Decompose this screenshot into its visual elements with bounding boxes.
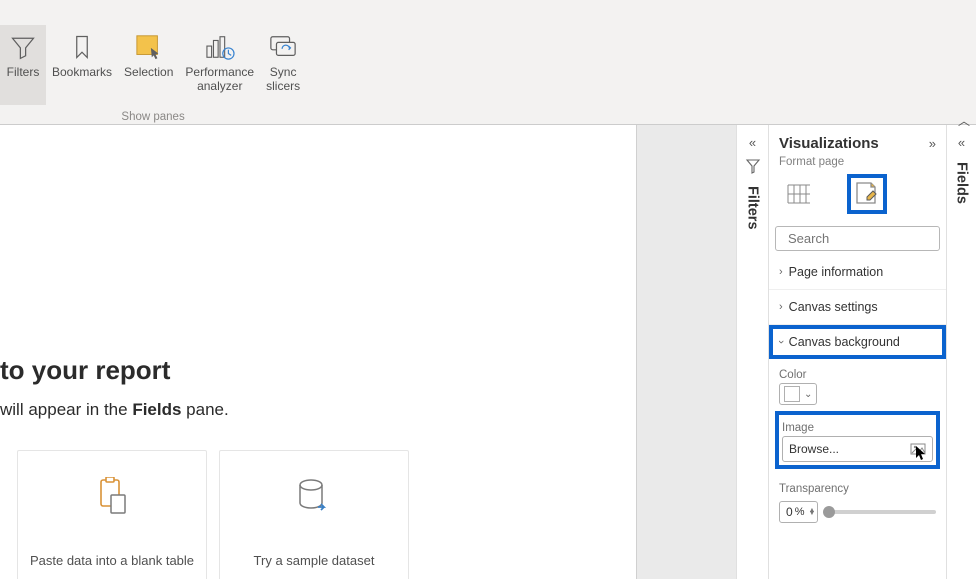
card-paste-data[interactable]: Paste data into a blank table <box>17 450 207 579</box>
performance-icon <box>203 30 237 64</box>
transparency-unit: % <box>795 506 805 518</box>
chevron-down-icon: › <box>775 340 787 344</box>
color-label: Color <box>779 369 936 381</box>
expand-fields-chevron-icon[interactable]: « <box>958 135 965 150</box>
canvas-sub-suffix: pane. <box>181 400 228 419</box>
stepper-down-icon[interactable]: ▼ <box>808 512 815 516</box>
format-page-tab-highlighted <box>847 174 887 214</box>
ribbon-filters-button[interactable]: Filters <box>0 25 46 105</box>
card-sample-dataset[interactable]: Try a sample dataset <box>219 450 409 579</box>
visualizations-subtitle: Format page <box>769 156 946 174</box>
section-canvas-settings-label: Canvas settings <box>789 300 878 314</box>
chevron-right-icon: › <box>779 266 783 278</box>
funnel-icon <box>6 30 40 64</box>
selection-icon <box>132 30 166 64</box>
transparency-label: Transparency <box>779 483 936 495</box>
clipboard-icon <box>95 477 129 517</box>
section-page-information-label: Page information <box>789 265 884 279</box>
section-canvas-background-label: Canvas background <box>789 335 900 349</box>
expand-filters-chevron-icon[interactable]: « <box>749 135 756 150</box>
search-input[interactable] <box>788 231 964 246</box>
section-page-information[interactable]: › Page information <box>769 255 946 290</box>
slider-thumb[interactable] <box>823 506 835 518</box>
browse-label: Browse... <box>789 442 839 456</box>
canvas-zone: to your report will appear in the Fields… <box>0 125 736 579</box>
report-canvas: to your report will appear in the Fields… <box>0 125 637 579</box>
collapse-visualizations-chevron-icon[interactable]: » <box>929 136 936 151</box>
ribbon: Filters Bookmarks Selection Performance <box>0 0 976 125</box>
ribbon-selection-button[interactable]: Selection <box>118 25 179 105</box>
ribbon-sync-l1: Sync <box>270 66 297 80</box>
canvas-sub-prefix: will appear in the <box>0 400 132 419</box>
transparency-value: 0 <box>786 505 793 519</box>
section-canvas-settings[interactable]: › Canvas settings <box>769 290 946 325</box>
canvas-subtitle: will appear in the Fields pane. <box>0 400 636 420</box>
filters-tab-label[interactable]: Filters <box>745 186 761 230</box>
sync-slicers-icon <box>266 30 300 64</box>
card-paste-data-label: Paste data into a blank table <box>30 553 194 568</box>
visualizations-pane: Visualizations » Format page <box>768 125 946 579</box>
color-swatch-icon <box>784 386 800 402</box>
transparency-stepper[interactable]: 0 % ▲ ▼ <box>779 501 818 523</box>
transparency-slider[interactable] <box>826 510 936 514</box>
background-image-browse[interactable]: Browse... <box>782 436 933 462</box>
ribbon-performance-analyzer-button[interactable]: Performance analyzer <box>179 25 260 105</box>
ribbon-group-label: Show panes <box>0 111 306 123</box>
ribbon-expand-toggle-icon[interactable]: ︿ <box>958 112 970 129</box>
chevron-down-icon: ⌄ <box>804 389 812 400</box>
search-box[interactable] <box>775 226 940 251</box>
ribbon-performance-l1: Performance <box>185 66 254 80</box>
grid-icon <box>786 183 812 205</box>
fields-pane-collapsed: « Fields <box>946 125 976 579</box>
ribbon-performance-l2: analyzer <box>197 80 242 94</box>
bookmark-icon <box>65 30 99 64</box>
format-page-tab-button[interactable] <box>853 180 881 208</box>
funnel-small-icon <box>745 158 761 174</box>
format-page-icon <box>853 181 881 207</box>
ribbon-group-show-panes: Filters Bookmarks Selection Performance <box>0 25 306 125</box>
filters-pane-collapsed: « Filters <box>736 125 768 579</box>
cursor-icon <box>914 445 928 461</box>
card-sample-dataset-label: Try a sample dataset <box>254 553 375 568</box>
background-color-picker[interactable]: ⌄ <box>779 383 817 405</box>
image-block-highlighted: Image Browse... <box>775 411 940 469</box>
database-icon <box>296 477 332 517</box>
image-label: Image <box>782 422 933 434</box>
fields-tab-label[interactable]: Fields <box>954 162 970 204</box>
ribbon-bookmarks-label: Bookmarks <box>52 66 112 80</box>
ribbon-selection-label: Selection <box>124 66 173 80</box>
chevron-right-icon: › <box>779 301 783 313</box>
build-visual-tab-button[interactable] <box>785 180 813 208</box>
section-canvas-background[interactable]: › Canvas background <box>769 325 946 359</box>
ribbon-sync-slicers-button[interactable]: Sync slicers <box>260 25 306 105</box>
canvas-title: to your report <box>0 355 636 386</box>
canvas-background-panel: Color ⌄ Image Browse... Transparency 0 <box>769 359 946 523</box>
ribbon-bookmarks-button[interactable]: Bookmarks <box>46 25 118 105</box>
ribbon-filters-label: Filters <box>7 66 40 80</box>
ribbon-sync-l2: slicers <box>266 80 300 94</box>
visualizations-title: Visualizations <box>779 135 879 152</box>
canvas-sub-bold: Fields <box>132 400 181 419</box>
